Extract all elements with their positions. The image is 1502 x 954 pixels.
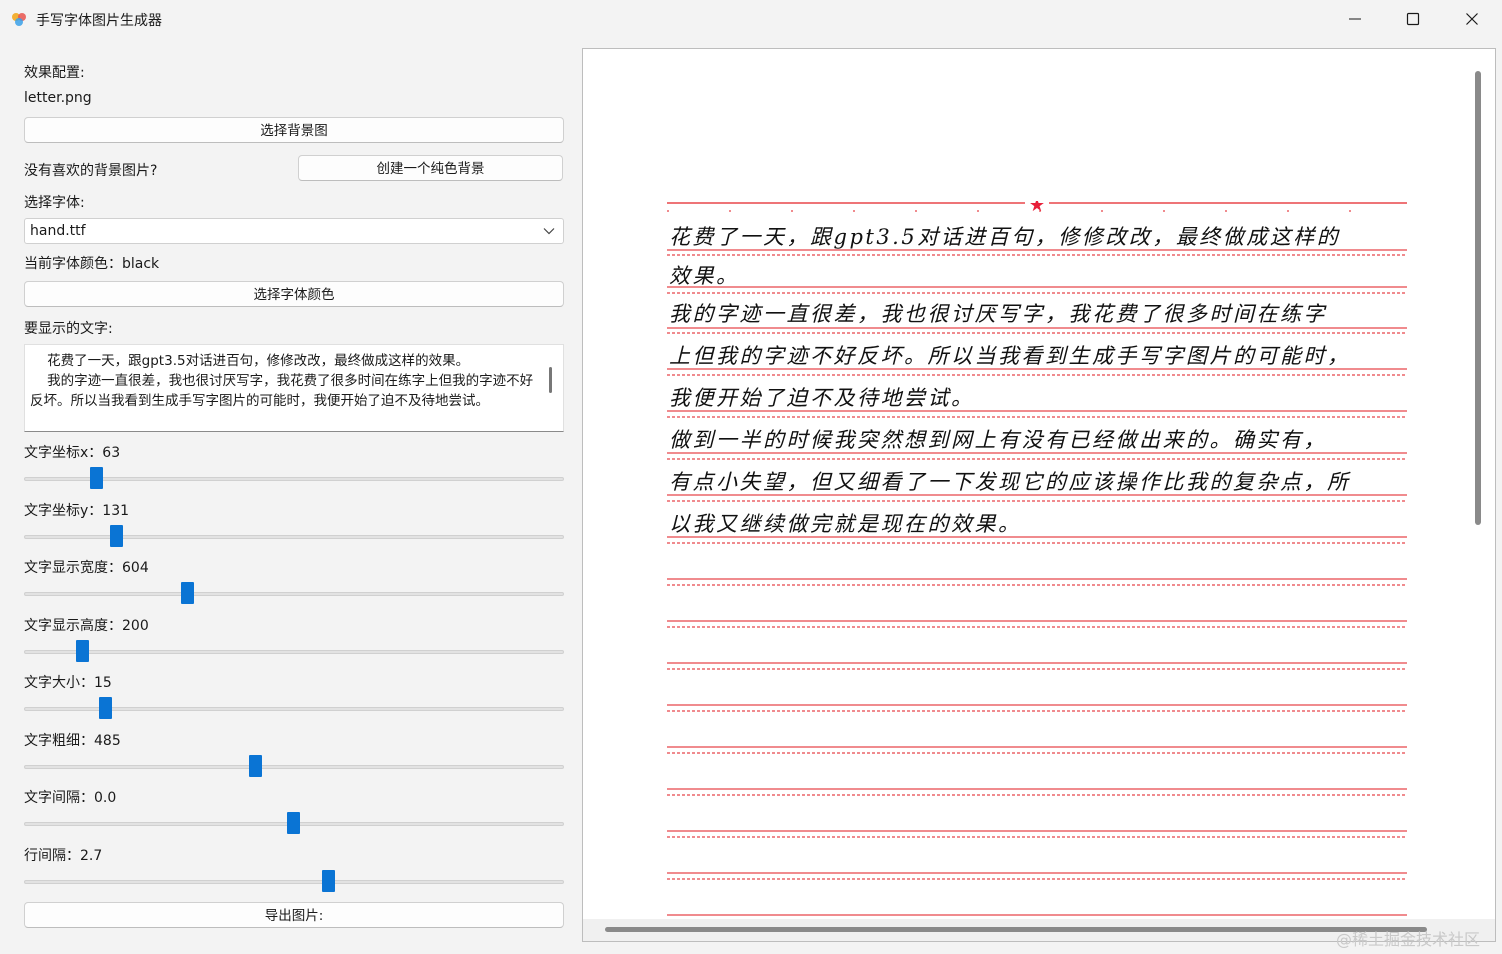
preview-text-line: 上但我的字迹不好反坏。所以当我看到生成手写字图片的可能时， bbox=[669, 344, 1351, 368]
slider-spacing[interactable] bbox=[24, 812, 564, 836]
app-color-icon bbox=[12, 13, 26, 26]
slider-label-line-spacing: 行间隔：2.7 bbox=[24, 848, 103, 864]
slider-handle[interactable] bbox=[90, 467, 103, 489]
preview-horizontal-scrollbar[interactable] bbox=[605, 927, 1427, 932]
slider-label-spacing: 文字间隔：0.0 bbox=[24, 790, 117, 806]
maximize-button[interactable] bbox=[1384, 0, 1442, 38]
text-label: 要显示的文字: bbox=[24, 321, 113, 337]
effect-config-label: 效果配置: bbox=[24, 65, 85, 81]
preview-text-line: 花费了一天，跟gpt3.5对话进百句，修修改改，最终做成这样的 bbox=[669, 225, 1341, 249]
slider-x[interactable] bbox=[24, 467, 564, 491]
title-bar: 手写字体图片生成器 bbox=[0, 0, 1502, 38]
preview-panel: ★ 花费了一天，跟gpt3.5对话进百句，修修改改，最终做成这样的 效果。 我的… bbox=[582, 48, 1496, 942]
choose-font-color-button[interactable]: 选择字体颜色 bbox=[24, 281, 564, 307]
text-input[interactable]: 花费了一天，跟gpt3.5对话进百句，修修改改，最终做成这样的效果。 我的字迹一… bbox=[24, 344, 564, 432]
slider-track bbox=[24, 765, 564, 769]
text-input-scrollbar[interactable] bbox=[549, 367, 552, 393]
choose-font-label: 选择字体: bbox=[24, 195, 85, 211]
slider-label-width: 文字显示宽度：604 bbox=[24, 560, 149, 576]
export-image-button[interactable]: 导出图片: bbox=[24, 902, 564, 928]
slider-label-weight: 文字粗细：485 bbox=[24, 733, 121, 749]
close-button[interactable] bbox=[1443, 0, 1501, 38]
watermark: @稀土掘金技术社区 bbox=[1336, 930, 1481, 949]
slider-handle[interactable] bbox=[322, 870, 335, 892]
preview-text-line: 效果。 bbox=[669, 264, 740, 288]
slider-track bbox=[24, 880, 564, 884]
slider-weight[interactable] bbox=[24, 755, 564, 779]
minimize-icon bbox=[1349, 18, 1361, 20]
slider-handle[interactable] bbox=[76, 640, 89, 662]
minimize-button[interactable] bbox=[1326, 0, 1384, 38]
slider-label-size: 文字大小：15 bbox=[24, 675, 112, 691]
slider-handle[interactable] bbox=[287, 812, 300, 834]
slider-handle[interactable] bbox=[249, 755, 262, 777]
font-select-value: hand.ttf bbox=[30, 223, 86, 239]
preview-text-line: 我便开始了迫不及待地尝试。 bbox=[669, 386, 975, 410]
slider-label-y: 文字坐标y：131 bbox=[24, 503, 130, 519]
no-favorite-label: 没有喜欢的背景图片? bbox=[24, 163, 158, 179]
slider-track bbox=[24, 592, 564, 596]
slider-y[interactable] bbox=[24, 525, 564, 549]
font-color-label: 当前字体颜色：black bbox=[24, 256, 160, 272]
preview-text-line: 以我又继续做完就是现在的效果。 bbox=[669, 512, 1022, 536]
slider-track bbox=[24, 477, 564, 481]
preview-text-line: 做到一半的时候我突然想到网上有没有已经做出来的。确实有， bbox=[669, 428, 1327, 452]
window-title: 手写字体图片生成器 bbox=[36, 13, 162, 29]
chevron-down-icon bbox=[543, 228, 555, 235]
slider-handle[interactable] bbox=[110, 525, 123, 547]
slider-track bbox=[24, 650, 564, 654]
preview-vertical-scrollbar[interactable] bbox=[1475, 71, 1481, 525]
slider-handle[interactable] bbox=[181, 582, 194, 604]
create-solid-background-button[interactable]: 创建一个纯色背景 bbox=[298, 155, 563, 181]
slider-label-height: 文字显示高度：200 bbox=[24, 618, 149, 634]
font-select[interactable]: hand.ttf bbox=[24, 218, 564, 244]
slider-height[interactable] bbox=[24, 640, 564, 664]
background-filename: letter.png bbox=[24, 90, 92, 106]
choose-background-button[interactable]: 选择背景图 bbox=[24, 117, 564, 143]
slider-width[interactable] bbox=[24, 582, 564, 606]
slider-size[interactable] bbox=[24, 697, 564, 721]
slider-line-spacing[interactable] bbox=[24, 870, 564, 894]
slider-track bbox=[24, 535, 564, 539]
slider-label-x: 文字坐标x：63 bbox=[24, 445, 121, 461]
preview-text-line: 有点小失望，但又细看了一下发现它的应该操作比我的复杂点，所 bbox=[669, 470, 1351, 494]
slider-handle[interactable] bbox=[99, 697, 112, 719]
close-icon bbox=[1466, 13, 1478, 25]
star-icon: ★ bbox=[1029, 201, 1045, 216]
preview-text-line: 我的字迹一直很差，我也很讨厌写字，我花费了很多时间在练字 bbox=[669, 302, 1327, 326]
maximize-icon bbox=[1406, 12, 1420, 26]
text-input-value: 花费了一天，跟gpt3.5对话进百句，修修改改，最终做成这样的效果。 我的字迹一… bbox=[30, 353, 534, 409]
